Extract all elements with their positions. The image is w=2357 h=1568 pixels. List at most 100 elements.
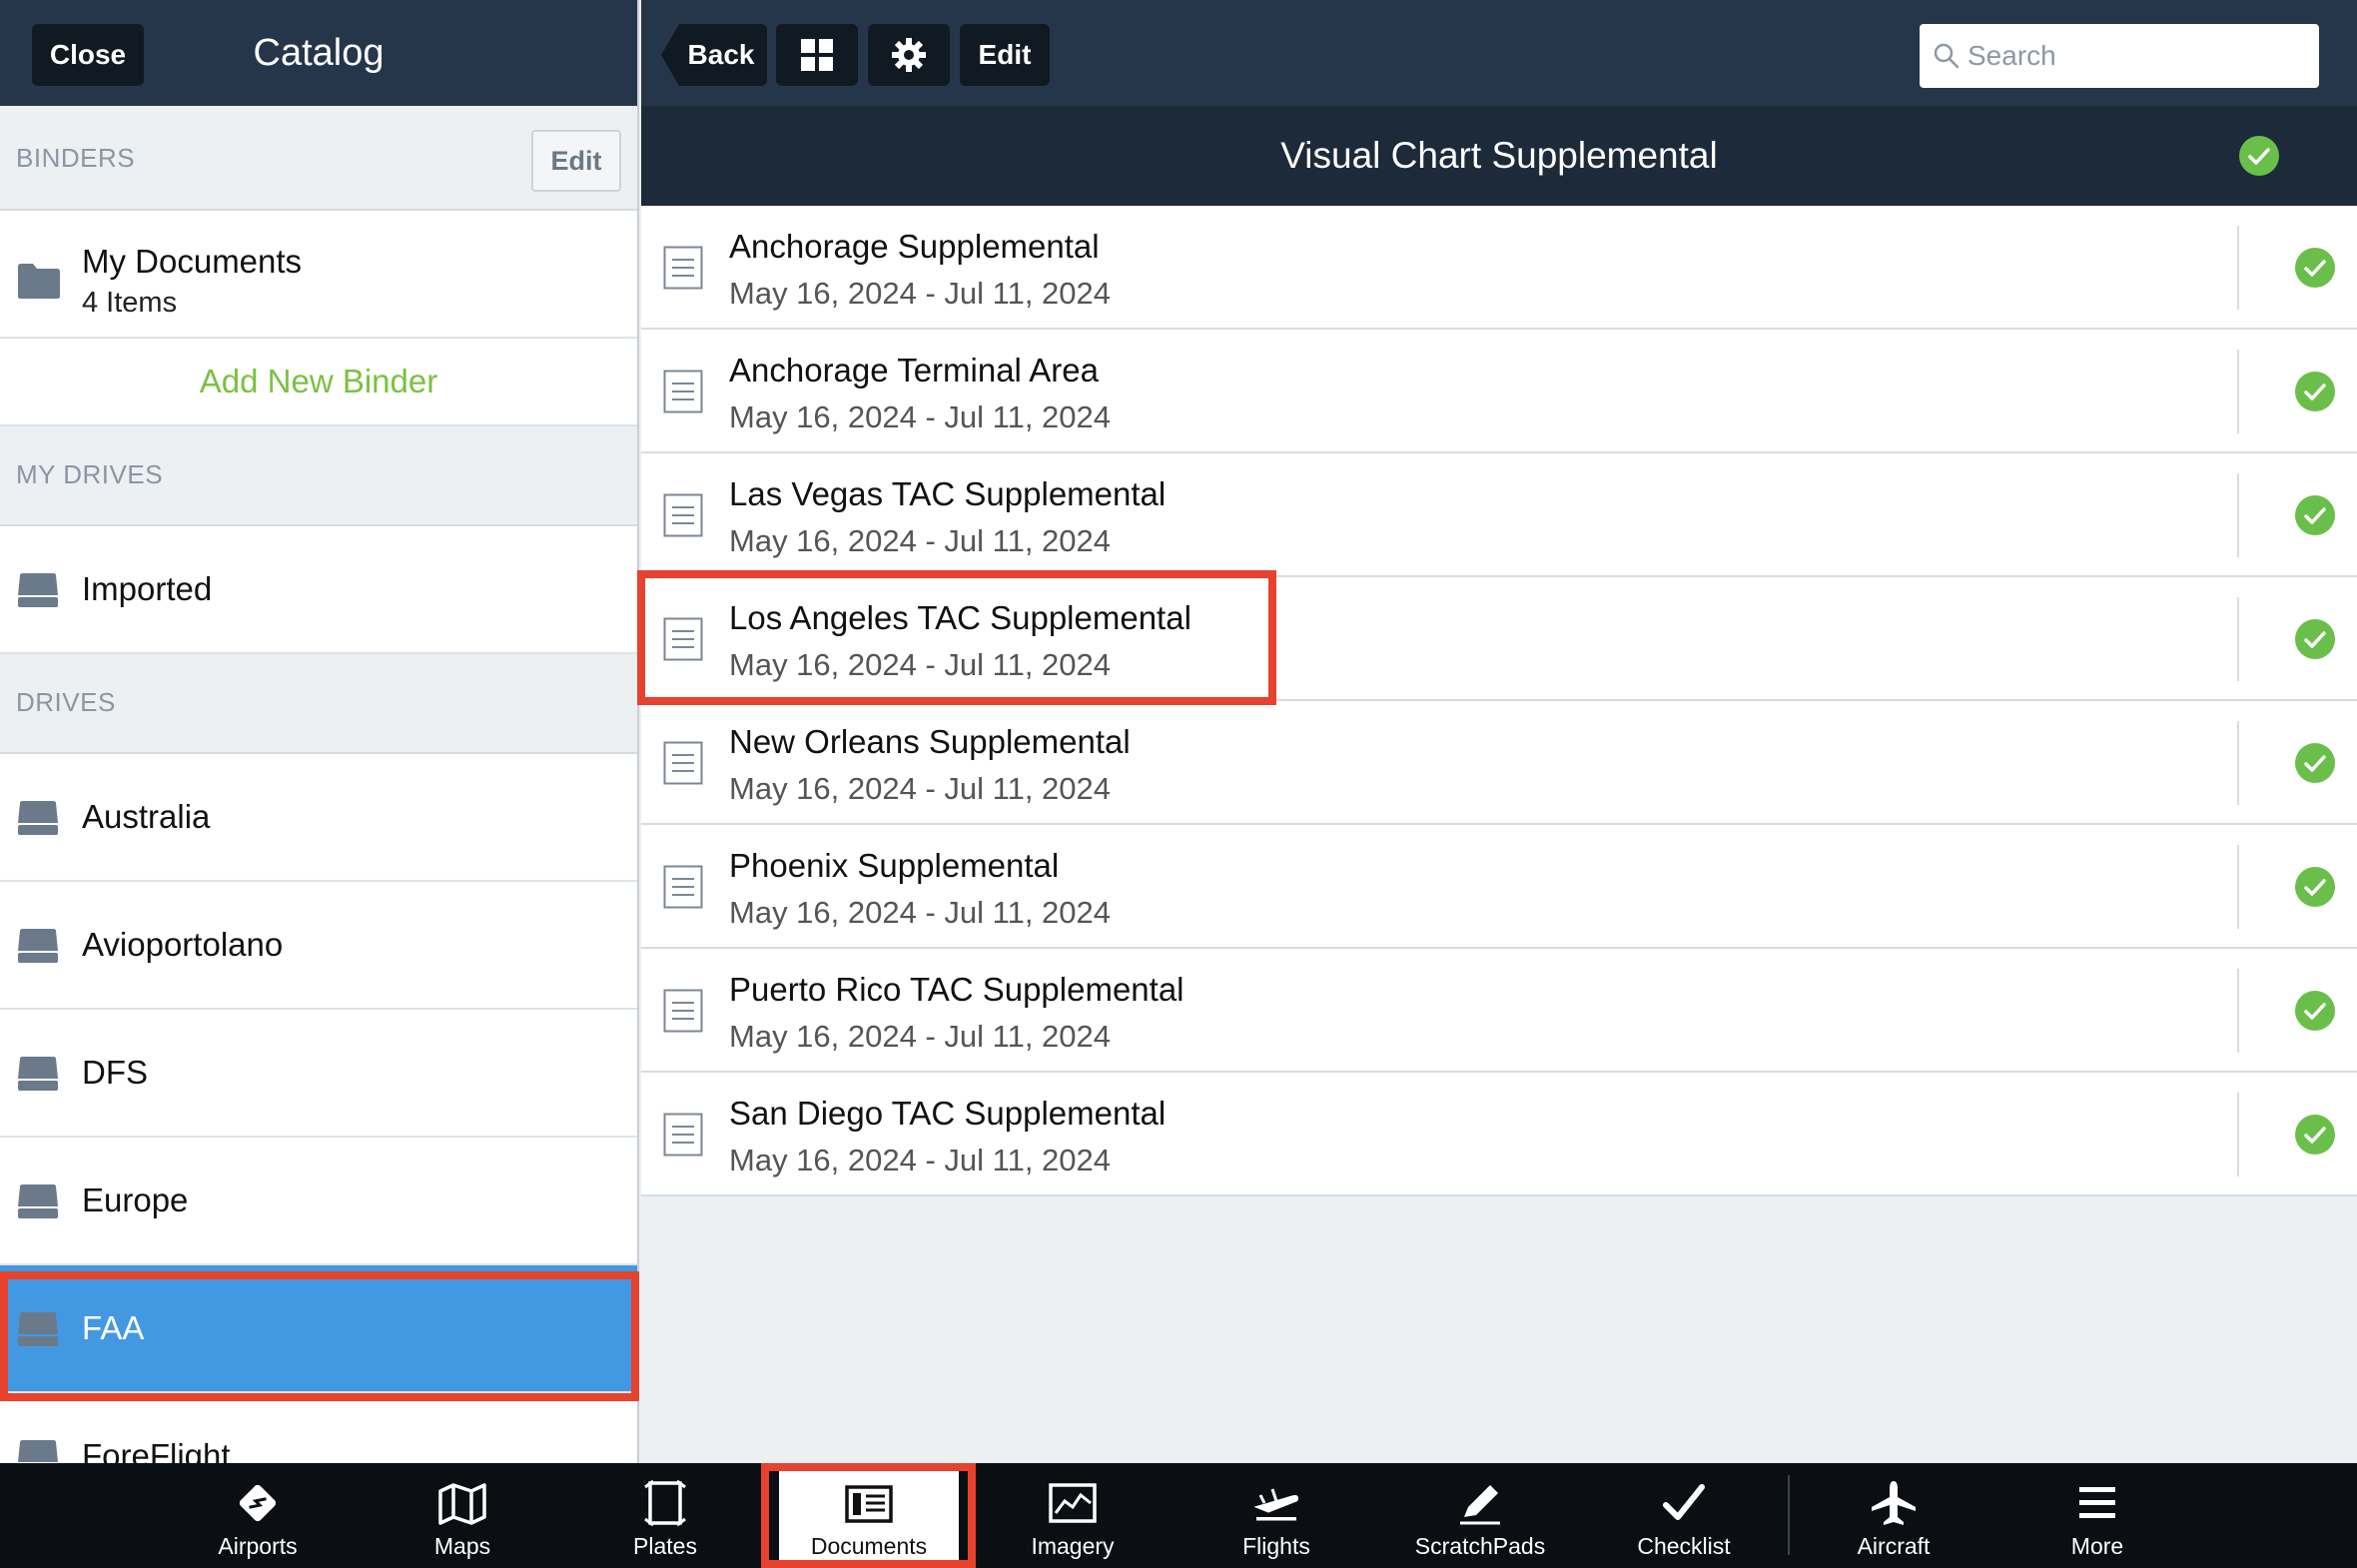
drive-icon — [18, 801, 58, 835]
document-row[interactable]: New Orleans Supplemental May 16, 2024 - J… — [641, 701, 2357, 825]
back-button[interactable]: Back — [661, 24, 767, 86]
document-title: Los Angeles TAC Supplemental — [729, 599, 1191, 636]
drive-icon — [18, 1440, 58, 1462]
document-title: Anchorage Terminal Area — [729, 352, 1099, 389]
aircraft-icon — [1872, 1481, 1916, 1525]
document-date-range: May 16, 2024 - Jul 11, 2024 — [729, 647, 1112, 682]
downloaded-check-icon[interactable] — [2295, 743, 2335, 783]
downloaded-check-icon[interactable] — [2295, 372, 2335, 411]
drive-icon — [18, 1312, 58, 1346]
drives-label: DRIVES — [16, 687, 116, 717]
document-date-range: May 16, 2024 - Jul 11, 2024 — [729, 1019, 1112, 1054]
downloaded-check-icon[interactable] — [2295, 991, 2335, 1031]
tab-documents[interactable]: Documents — [779, 1463, 959, 1568]
downloaded-check-icon[interactable] — [2295, 867, 2335, 907]
drive-label: DFS — [82, 1054, 148, 1091]
document-icon — [663, 865, 703, 909]
document-icon — [663, 370, 703, 413]
tab-plates[interactable]: Plates — [575, 1463, 755, 1568]
row-divider — [2237, 597, 2239, 681]
grid-icon — [801, 39, 833, 71]
tab-label: Airports — [218, 1533, 298, 1559]
search-icon — [1934, 43, 1960, 69]
drive-label: FAA — [82, 1309, 145, 1346]
document-title: Phoenix Supplemental — [729, 847, 1060, 884]
drive-item-avioportolano[interactable]: Avioportolano — [0, 882, 637, 1010]
drive-icon — [18, 573, 58, 607]
airports-icon — [239, 1484, 277, 1522]
document-title: Las Vegas TAC Supplemental — [729, 475, 1167, 512]
drive-label: ForeFlight — [82, 1437, 231, 1463]
drive-item-imported[interactable]: Imported — [0, 526, 637, 654]
document-row[interactable]: Puerto Rico TAC Supplemental May 16, 2024… — [641, 949, 2357, 1073]
flights-icon — [1253, 1488, 1298, 1521]
binders-edit-button[interactable]: Edit — [531, 130, 621, 192]
tab-more[interactable]: More — [2007, 1463, 2187, 1568]
document-row[interactable]: Anchorage Supplemental May 16, 2024 - Jul… — [641, 206, 2357, 330]
drive-item-dfs[interactable]: DFS — [0, 1010, 637, 1138]
drive-label: Europe — [82, 1181, 189, 1218]
drive-icon — [18, 929, 58, 963]
downloaded-check-icon[interactable] — [2295, 1115, 2335, 1155]
document-row[interactable]: Los Angeles TAC Supplemental May 16, 2024… — [641, 577, 2357, 701]
downloaded-check-icon[interactable] — [2295, 248, 2335, 288]
drive-label: Australia — [82, 798, 211, 835]
document-icon — [663, 1113, 703, 1157]
row-divider — [2237, 845, 2239, 929]
settings-button[interactable] — [868, 24, 950, 86]
downloaded-check-icon[interactable] — [2239, 136, 2279, 176]
add-new-binder-button[interactable]: Add New Binder — [0, 339, 637, 426]
tab-label: ScratchPads — [1414, 1533, 1546, 1559]
my-drives-label: MY DRIVES — [16, 459, 164, 489]
drive-icon — [18, 1184, 58, 1218]
document-row[interactable]: Phoenix Supplemental May 16, 2024 - Jul 1… — [641, 825, 2357, 949]
drive-item-europe[interactable]: Europe — [0, 1138, 637, 1265]
document-title: New Orleans Supplemental — [729, 723, 1131, 760]
row-divider — [2237, 226, 2239, 310]
tab-label: Aircraft — [1857, 1533, 1931, 1559]
tab-flights[interactable]: Flights — [1186, 1463, 1366, 1568]
tab-airports[interactable]: Airports — [168, 1463, 348, 1568]
binder-my-documents[interactable]: My Documents 4 Items — [0, 211, 637, 339]
document-list: Anchorage Supplemental May 16, 2024 - Jul… — [641, 206, 2357, 1196]
list-title: Visual Chart Supplemental — [1280, 135, 1718, 176]
tab-label: Checklist — [1637, 1533, 1731, 1559]
drive-label: Avioportolano — [82, 926, 284, 963]
downloaded-check-icon[interactable] — [2295, 619, 2335, 659]
tab-label: Flights — [1242, 1533, 1310, 1559]
search-input[interactable] — [1967, 40, 2297, 72]
checkmark-icon — [1663, 1484, 1705, 1520]
tab-maps[interactable]: Maps — [373, 1463, 552, 1568]
document-icon — [663, 989, 703, 1033]
drive-item-faa[interactable]: FAA — [0, 1265, 637, 1393]
close-button[interactable]: Close — [32, 24, 144, 86]
drive-item-foreflight[interactable]: ForeFlight — [0, 1393, 637, 1463]
drive-item-australia[interactable]: Australia — [0, 754, 637, 882]
document-icon — [663, 246, 703, 290]
documents-icon — [845, 1485, 893, 1523]
edit-button[interactable]: Edit — [960, 24, 1050, 86]
document-icon — [663, 617, 703, 661]
row-divider — [2237, 1093, 2239, 1176]
tab-label: Documents — [810, 1533, 928, 1559]
document-toolbar: Back Edit — [641, 0, 2357, 106]
tab-imagery[interactable]: Imagery — [983, 1463, 1163, 1568]
tab-separator — [1788, 1475, 1790, 1555]
downloaded-check-icon[interactable] — [2295, 495, 2335, 535]
search-box[interactable] — [1920, 24, 2319, 88]
document-date-range: May 16, 2024 - Jul 11, 2024 — [729, 276, 1112, 311]
tab-aircraft[interactable]: Aircraft — [1804, 1463, 1983, 1568]
list-header: Visual Chart Supplemental — [641, 106, 2357, 206]
document-icon — [663, 741, 703, 785]
drives-section-header: DRIVES — [0, 654, 637, 754]
document-date-range: May 16, 2024 - Jul 11, 2024 — [729, 895, 1112, 930]
my-drives-section-header: MY DRIVES — [0, 426, 637, 526]
drives-list: Australia Avioportolano DFS Europe FAA F… — [0, 754, 637, 1463]
grid-view-button[interactable] — [776, 24, 858, 86]
gear-icon — [892, 38, 926, 72]
document-row[interactable]: San Diego TAC Supplemental May 16, 2024 -… — [641, 1073, 2357, 1196]
document-row[interactable]: Las Vegas TAC Supplemental May 16, 2024 -… — [641, 453, 2357, 577]
tab-checklist[interactable]: Checklist — [1594, 1463, 1774, 1568]
document-row[interactable]: Anchorage Terminal Area May 16, 2024 - Ju… — [641, 330, 2357, 453]
tab-scratchpads[interactable]: ScratchPads — [1390, 1463, 1570, 1568]
